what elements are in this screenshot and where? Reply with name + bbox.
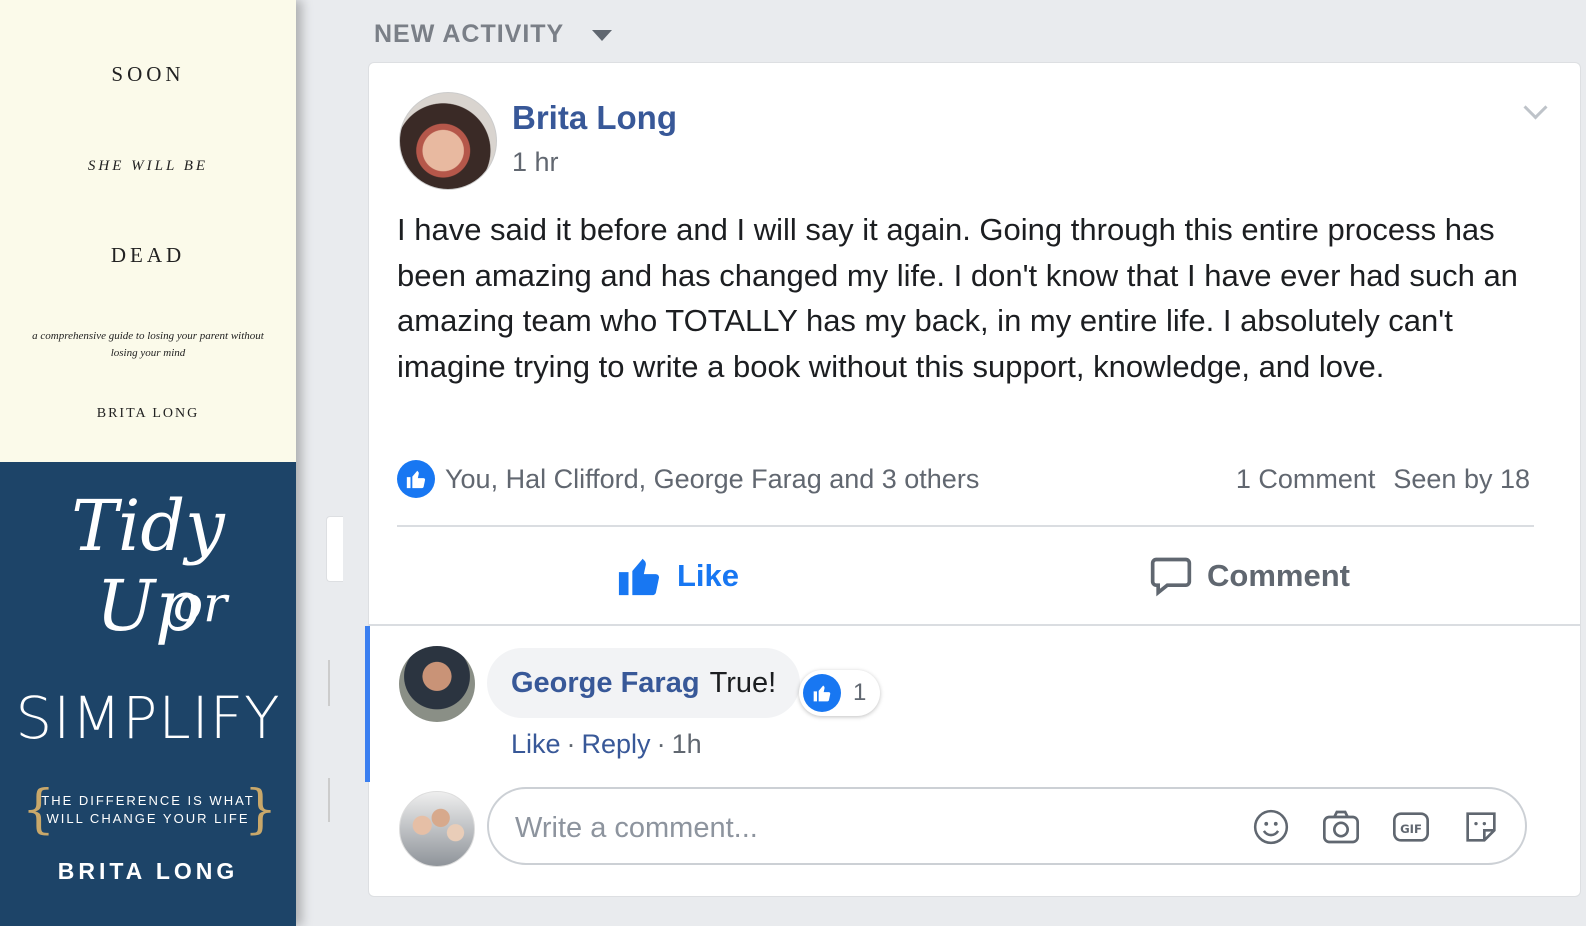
divider: [328, 778, 330, 822]
book1-line3: DEAD: [110, 243, 186, 267]
speech-bubble-icon: [1150, 557, 1192, 597]
comment-button-label: Comment: [1207, 558, 1350, 593]
new-comment-indicator: [365, 626, 370, 782]
post-counts: 1 Comment Seen by 18: [1236, 460, 1530, 498]
reactors-summary[interactable]: You, Hal Clifford, George Farag and 3 ot…: [445, 460, 979, 498]
emoji-icon[interactable]: [1251, 807, 1291, 847]
divider: [369, 624, 1580, 626]
comment-reply-link[interactable]: Reply: [582, 729, 651, 759]
like-reaction-icon[interactable]: [397, 460, 435, 498]
comment-button[interactable]: Comment: [1149, 551, 1350, 601]
sticker-icon[interactable]: [1461, 807, 1501, 847]
book1-subtitle: a comprehensive guide to losing your par…: [32, 330, 264, 359]
comment-like-link[interactable]: Like: [511, 729, 561, 759]
caret-down-icon: [592, 30, 612, 41]
like-reaction-icon: [803, 674, 841, 712]
new-activity-label: NEW ACTIVITY: [374, 20, 565, 48]
chevron-down-icon[interactable]: [1523, 95, 1548, 120]
comment-composer[interactable]: GIF: [487, 787, 1527, 865]
comment-count[interactable]: 1 Comment: [1236, 464, 1376, 494]
right-brace-ornament: }: [244, 780, 278, 840]
book2-tagline: THE DIFFERENCE IS WHAT WILL CHANGE YOUR …: [41, 793, 255, 826]
new-activity-dropdown[interactable]: NEW ACTIVITY: [374, 20, 612, 49]
book2-title: SIMPLIFY: [15, 684, 281, 752]
post-timestamp[interactable]: 1 hr: [512, 147, 559, 178]
composer-tools: GIF: [1251, 807, 1501, 847]
gif-icon[interactable]: GIF: [1391, 807, 1431, 847]
camera-icon[interactable]: [1321, 807, 1361, 847]
comment-text: True!: [709, 666, 777, 699]
seen-by-count[interactable]: Seen by 18: [1393, 464, 1530, 494]
comment-age[interactable]: 1h: [672, 729, 702, 759]
divider: [328, 660, 330, 706]
divider: [397, 525, 1534, 527]
separator-dot: ·: [566, 729, 576, 759]
comment-bubble: George Farag True!: [487, 648, 801, 718]
post-author-name[interactable]: Brita Long: [512, 99, 677, 137]
side-panel-tab: [326, 516, 343, 582]
commenter-avatar[interactable]: [399, 646, 475, 722]
author-avatar[interactable]: [399, 92, 497, 190]
comment-reaction-badge[interactable]: 1: [799, 670, 881, 716]
book1-line2: SHE WILL BE: [87, 158, 209, 174]
post-card: Brita Long 1 hr I have said it before an…: [365, 62, 1581, 897]
commenter-name[interactable]: George Farag: [511, 667, 700, 700]
like-button-label: Like: [677, 558, 740, 593]
book-cover-tidy-up-or-simplify: Tidy Up or SIMPLIFY { THE DIFFERENCE IS …: [0, 462, 296, 926]
post-body: I have said it before and I will say it …: [397, 212, 1518, 384]
viewer-avatar: [399, 791, 475, 867]
book1-author: BRITA LONG: [96, 406, 200, 421]
thumbs-up-icon: [618, 558, 660, 596]
book1-line1: SOON: [111, 62, 185, 86]
comment-actions: Like · Reply · 1h: [511, 727, 702, 761]
comment-reaction-count: 1: [853, 679, 867, 706]
separator-dot: ·: [656, 729, 666, 759]
like-button[interactable]: Like: [617, 551, 739, 601]
book2-script-or: or: [172, 575, 227, 633]
book-cover-soon-she-will-be-dead: SOON SHE WILL BE DEAD a comprehensive gu…: [0, 0, 296, 462]
svg-text:GIF: GIF: [1400, 822, 1422, 836]
book-covers: SOON SHE WILL BE DEAD a comprehensive gu…: [0, 0, 296, 926]
comment-input[interactable]: [513, 807, 1217, 849]
book2-author: BRITA LONG: [57, 858, 239, 884]
